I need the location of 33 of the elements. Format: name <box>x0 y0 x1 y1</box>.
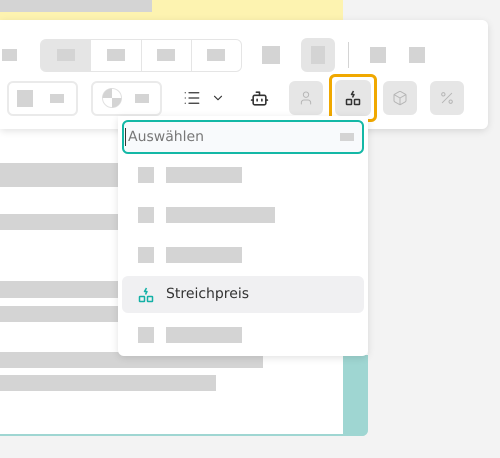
redaction-bar <box>157 49 176 61</box>
redaction-bar <box>17 90 33 106</box>
dropdown-option[interactable]: Streichpreis <box>122 276 364 313</box>
toggle-button[interactable] <box>301 38 335 72</box>
redaction-bar <box>409 47 425 63</box>
redaction-bar <box>262 46 280 64</box>
segment[interactable] <box>41 40 90 70</box>
redaction-bar <box>207 49 226 61</box>
redaction-bar <box>340 133 354 141</box>
redaction-bar <box>50 94 64 102</box>
percent-icon <box>439 90 455 106</box>
redaction-bar <box>106 49 125 61</box>
cube-icon <box>392 90 408 106</box>
segment[interactable] <box>90 40 140 70</box>
redaction-bar <box>138 326 154 342</box>
redaction-bar <box>135 94 149 102</box>
shapes-icon <box>138 286 154 302</box>
redaction-bar <box>138 166 154 182</box>
robot-icon[interactable] <box>250 88 269 108</box>
redaction-bar <box>370 47 386 63</box>
redaction-bar <box>138 246 154 262</box>
segment[interactable] <box>140 40 191 70</box>
shapes-icon <box>345 90 361 106</box>
search-field[interactable]: Auswählen <box>122 120 364 154</box>
list-icon[interactable] <box>183 89 201 107</box>
select-field[interactable] <box>7 80 78 116</box>
color-field[interactable] <box>91 80 162 116</box>
redaction-bar <box>138 206 154 222</box>
redaction-bar <box>2 49 17 61</box>
segment[interactable] <box>190 40 241 70</box>
person-icon <box>298 90 314 106</box>
pie-icon <box>102 88 122 108</box>
segmented-control[interactable] <box>40 38 242 72</box>
